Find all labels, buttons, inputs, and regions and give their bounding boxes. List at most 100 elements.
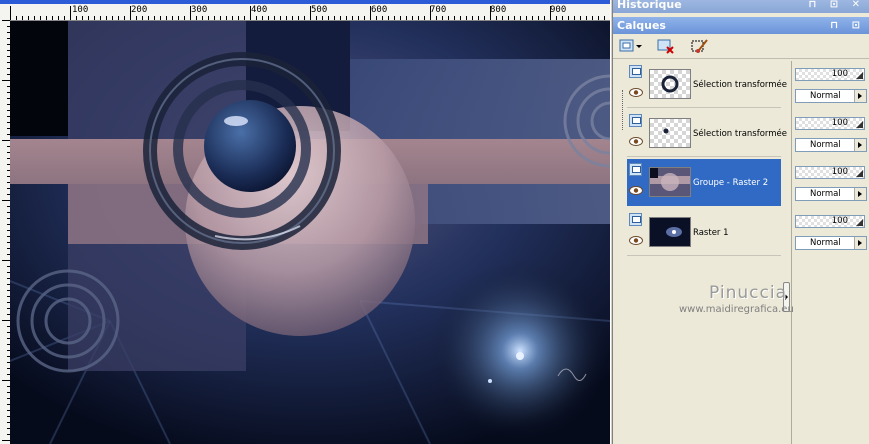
opacity-slider[interactable]: 100 [795, 215, 865, 228]
brush-selection-icon [691, 39, 708, 53]
window-titlebar-strip [0, 0, 612, 4]
history-palette-titlebar[interactable]: Historique ⊓ ⊡ ✕ [613, 0, 869, 13]
ruler-tick [328, 16, 329, 20]
blend-mode-select[interactable]: Normal [795, 187, 867, 201]
layer-properties-column: 100 Normal 100 Normal 100 Normal 100 Nor… [791, 61, 869, 444]
ruler-tick [298, 16, 299, 20]
layer-name: Raster 1 [693, 228, 729, 238]
ruler-tick [184, 16, 185, 20]
blend-mode-value: Normal [810, 189, 841, 199]
ruler-tick [358, 16, 359, 20]
ruler-tick [406, 16, 407, 20]
blend-mode-select[interactable]: Normal [795, 236, 867, 250]
ruler-tick [532, 16, 533, 20]
layer-thumbnail [649, 217, 691, 247]
dropdown-arrow-icon[interactable] [854, 139, 866, 151]
eye-icon[interactable] [629, 88, 643, 97]
blend-mode-select[interactable]: Normal [795, 89, 867, 103]
layer-row[interactable]: Sélection transformée [627, 110, 787, 157]
layer-thumbnail [649, 167, 691, 197]
edit-selection-button[interactable] [689, 37, 711, 55]
layer-name: Groupe - Raster 2 [693, 178, 769, 188]
ruler-tick [430, 6, 431, 20]
delete-layer-button[interactable] [655, 37, 677, 55]
dropdown-arrow-icon[interactable] [854, 188, 866, 200]
ruler-tick [226, 16, 227, 20]
ruler-tick [52, 16, 53, 20]
pin-icon[interactable]: ⊓ ⊡ [830, 17, 865, 34]
layer-row-selected[interactable]: Groupe - Raster 2 [627, 159, 781, 206]
layers-toolbar [613, 34, 869, 59]
ruler-tick [2, 80, 10, 81]
ruler-tick [376, 16, 377, 20]
slider-corner-icon [856, 121, 863, 128]
ruler-tick [544, 16, 545, 20]
ruler-tick [10, 6, 11, 20]
ruler-tick [286, 16, 287, 20]
ruler-tick [178, 16, 179, 20]
row-divider [627, 156, 781, 157]
ruler-tick [244, 16, 245, 20]
ruler-tick [268, 16, 269, 20]
ruler-tick [190, 6, 191, 20]
ruler-tick [436, 16, 437, 20]
blend-mode-select[interactable]: Normal [795, 138, 867, 152]
opacity-slider[interactable]: 100 [795, 166, 865, 179]
ruler-tick [220, 16, 221, 20]
history-title: Historique [617, 0, 682, 11]
ruler-label: 700 [430, 5, 447, 15]
ruler-label: 400 [251, 5, 268, 15]
layer-row[interactable]: Raster 1 [627, 209, 781, 256]
ruler-tick [94, 16, 95, 20]
slider-corner-icon [856, 170, 863, 177]
pin-icon[interactable]: ⊓ ⊡ ✕ [808, 0, 865, 13]
layer-props: 100 Normal [795, 110, 868, 154]
ruler-tick [454, 16, 455, 20]
ruler-tick [502, 16, 503, 20]
layer-props: 100 Normal [795, 61, 868, 105]
ruler-tick [304, 16, 305, 20]
eye-icon[interactable] [629, 236, 643, 245]
layers-palette-titlebar[interactable]: Calques ⊓ ⊡ [613, 17, 869, 34]
ruler-tick [208, 16, 209, 20]
ruler-tick [2, 200, 10, 201]
ruler-tick [88, 16, 89, 20]
ruler-tick [2, 140, 10, 141]
ruler-tick [412, 16, 413, 20]
ruler-tick [2, 20, 10, 21]
ruler-tick [580, 16, 581, 20]
ruler-tick [562, 16, 563, 20]
row-divider [627, 255, 781, 256]
new-layer-icon [619, 39, 642, 52]
ruler-tick [586, 16, 587, 20]
ruler-tick [16, 16, 17, 20]
dropdown-arrow-icon[interactable] [854, 90, 866, 102]
ruler-tick [274, 16, 275, 20]
ruler-tick [2, 260, 10, 261]
eye-icon[interactable] [629, 186, 643, 195]
dropdown-arrow-icon[interactable] [854, 237, 866, 249]
opacity-slider[interactable]: 100 [795, 117, 865, 130]
slider-corner-icon [856, 72, 863, 79]
layer-name: Sélection transformée [693, 80, 788, 90]
ruler-tick [166, 16, 167, 20]
layer-type-icon [629, 65, 642, 78]
layers-palette: Historique ⊓ ⊡ ✕ Calques ⊓ ⊡ Sélection t… [613, 0, 869, 444]
image-canvas[interactable] [10, 21, 610, 444]
eye-icon[interactable] [629, 137, 643, 146]
layer-thumbnail [649, 118, 691, 148]
new-layer-button[interactable] [616, 37, 644, 55]
ruler-tick [508, 16, 509, 20]
ruler-tick [568, 16, 569, 20]
layer-type-icon [629, 163, 642, 176]
ruler-tick [484, 16, 485, 20]
ruler-tick [442, 16, 443, 20]
opacity-value: 100 [831, 69, 848, 79]
watermark-url: www.maidiregrafica.eu [679, 304, 794, 315]
ruler-tick [28, 16, 29, 20]
layer-row[interactable]: Sélection transformée [627, 61, 787, 108]
layer-type-icon [629, 114, 642, 127]
ruler-tick [370, 6, 371, 20]
ruler-tick [256, 16, 257, 20]
opacity-slider[interactable]: 100 [795, 68, 865, 81]
